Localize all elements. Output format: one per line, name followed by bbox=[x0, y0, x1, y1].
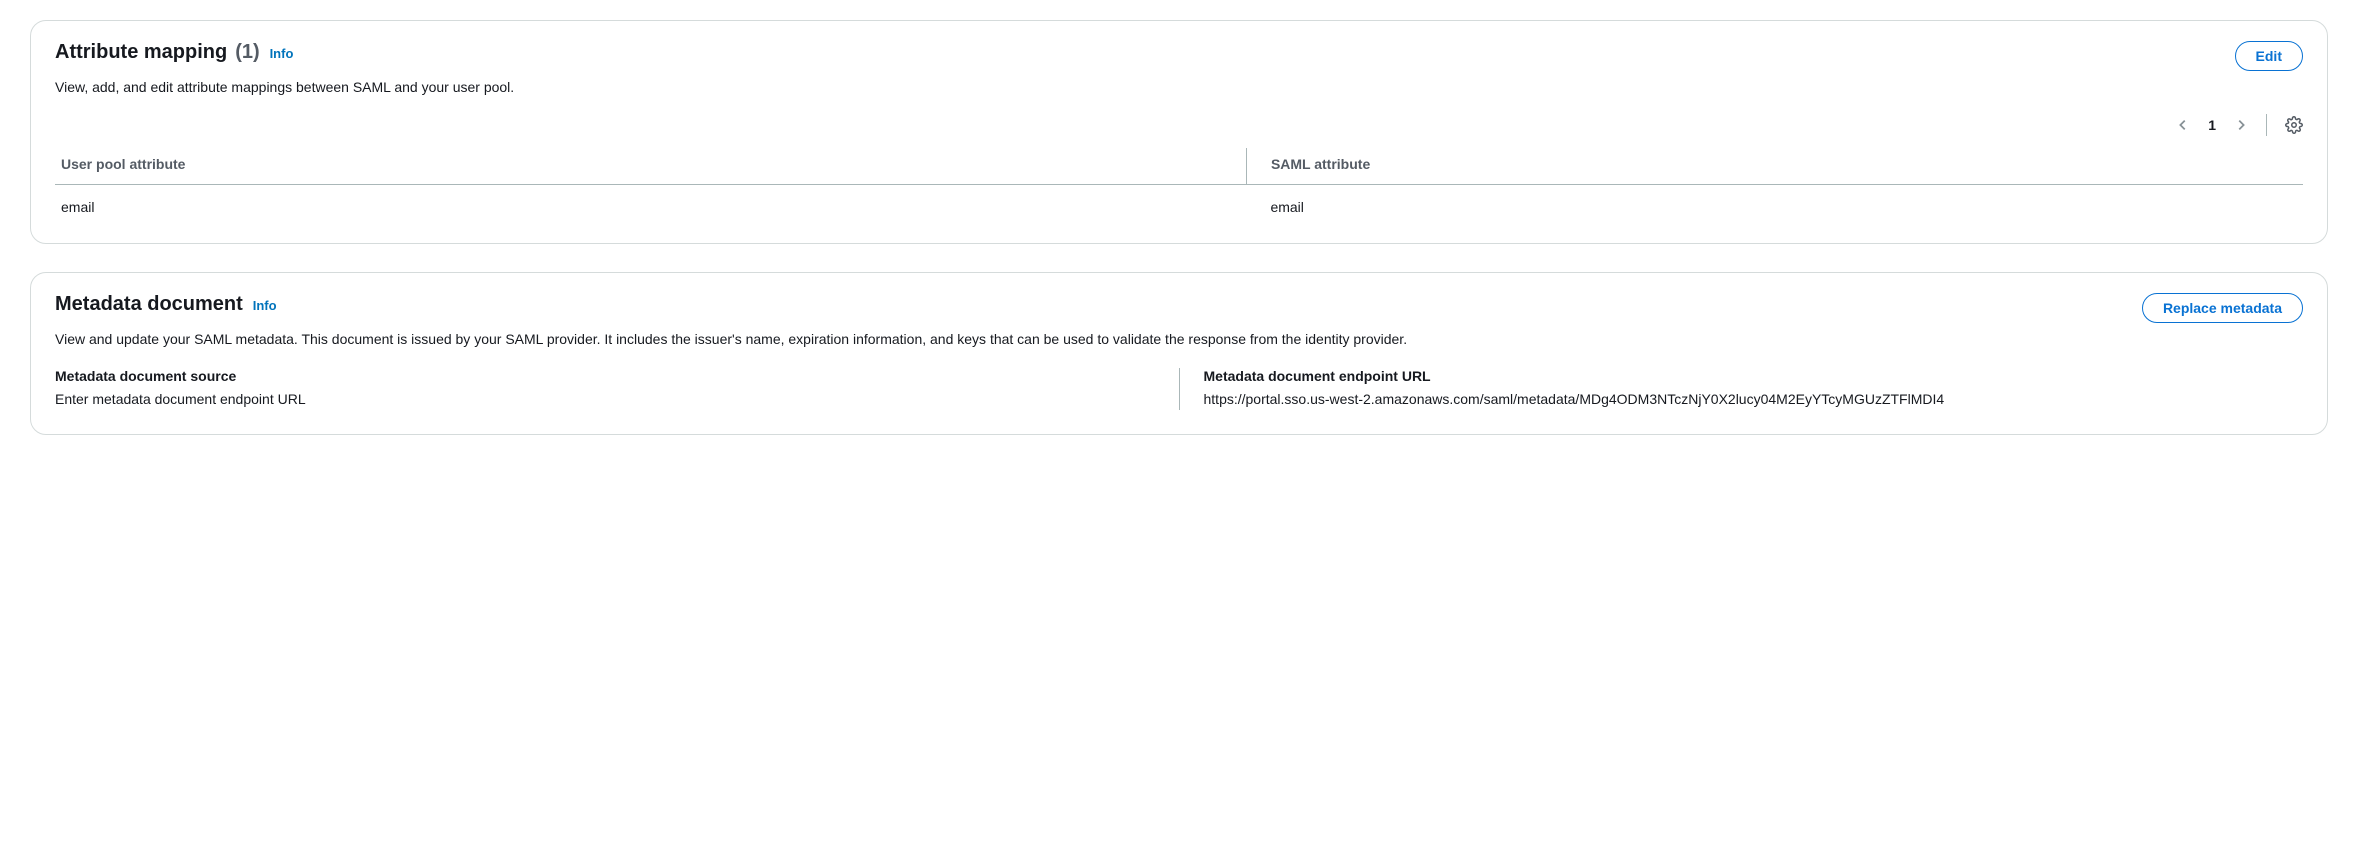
metadata-document-header: Metadata document Info Replace metadata bbox=[55, 293, 2303, 323]
cell-saml-attribute: email bbox=[1246, 185, 2303, 220]
metadata-source-label: Metadata document source bbox=[55, 368, 1155, 384]
attribute-mapping-header: Attribute mapping (1) Info Edit bbox=[55, 41, 2303, 71]
pagination-separator bbox=[2266, 114, 2267, 136]
replace-metadata-button[interactable]: Replace metadata bbox=[2142, 293, 2303, 323]
attribute-mapping-title-text: Attribute mapping bbox=[55, 41, 227, 64]
cell-user-pool-attribute: email bbox=[55, 185, 1246, 220]
metadata-document-title-group: Metadata document Info bbox=[55, 293, 277, 316]
metadata-document-title-text: Metadata document bbox=[55, 293, 243, 316]
page-number: 1 bbox=[2208, 117, 2216, 133]
attribute-mapping-title: Attribute mapping (1) bbox=[55, 41, 260, 64]
attribute-mapping-title-group: Attribute mapping (1) Info bbox=[55, 41, 293, 64]
attribute-mapping-count: (1) bbox=[235, 41, 259, 64]
metadata-columns: Metadata document source Enter metadata … bbox=[55, 368, 2303, 410]
metadata-endpoint-label: Metadata document endpoint URL bbox=[1204, 368, 2304, 384]
metadata-source-column: Metadata document source Enter metadata … bbox=[55, 368, 1179, 410]
table-header-row: User pool attribute SAML attribute bbox=[55, 148, 2303, 185]
metadata-document-panel: Metadata document Info Replace metadata … bbox=[30, 272, 2328, 435]
pagination-group: 1 bbox=[2176, 117, 2248, 133]
chevron-left-icon[interactable] bbox=[2176, 118, 2190, 132]
column-header-user-pool: User pool attribute bbox=[55, 148, 1246, 185]
pagination-row: 1 bbox=[55, 114, 2303, 136]
attribute-mapping-panel: Attribute mapping (1) Info Edit View, ad… bbox=[30, 20, 2328, 244]
metadata-document-description: View and update your SAML metadata. This… bbox=[55, 329, 2303, 350]
gear-icon[interactable] bbox=[2285, 116, 2303, 134]
edit-button[interactable]: Edit bbox=[2235, 41, 2303, 71]
chevron-right-icon[interactable] bbox=[2234, 118, 2248, 132]
attribute-mapping-description: View, add, and edit attribute mappings b… bbox=[55, 77, 2303, 98]
metadata-source-value: Enter metadata document endpoint URL bbox=[55, 388, 1155, 410]
column-header-saml: SAML attribute bbox=[1246, 148, 2303, 185]
attribute-mapping-info-link[interactable]: Info bbox=[270, 46, 294, 61]
attribute-mapping-table: User pool attribute SAML attribute email… bbox=[55, 148, 2303, 219]
metadata-document-title: Metadata document bbox=[55, 293, 243, 316]
metadata-endpoint-value: https://portal.sso.us-west-2.amazonaws.c… bbox=[1204, 388, 2304, 410]
metadata-endpoint-column: Metadata document endpoint URL https://p… bbox=[1179, 368, 2304, 410]
metadata-document-info-link[interactable]: Info bbox=[253, 298, 277, 313]
table-row: email email bbox=[55, 185, 2303, 220]
